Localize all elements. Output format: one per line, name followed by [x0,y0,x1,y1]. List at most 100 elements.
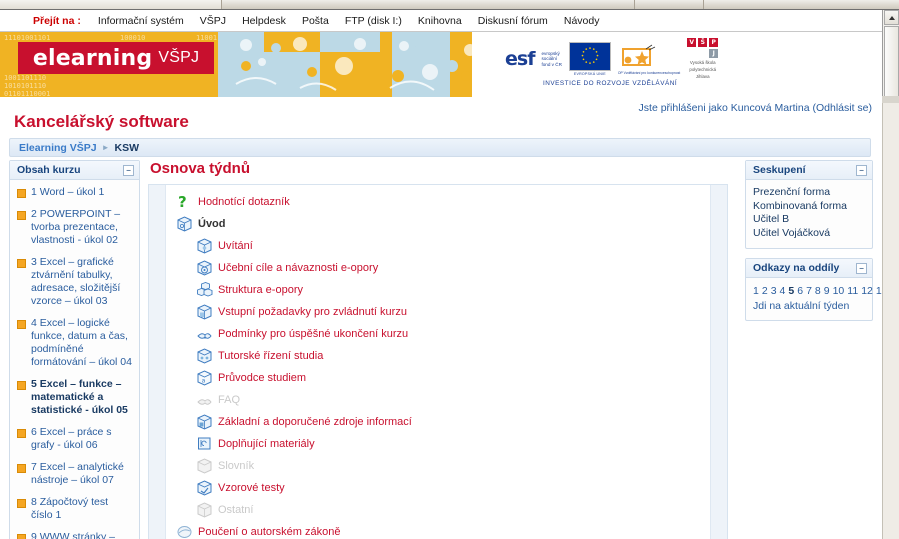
law-icon [176,523,193,539]
sidebar-item-week-2[interactable]: 2 POWERPOINT – tvorba prezentace, vlastn… [17,208,132,247]
activity-row-vzorove-testy[interactable]: Vzorové testy [196,479,702,496]
jump-to-current-week-link[interactable]: Jdi na aktuální týden [753,300,865,312]
block-section-links-body: 1234567891011121314 Jdi na aktuální týde… [746,278,882,320]
svg-text:1001101110: 1001101110 [4,74,46,82]
login-status-prefix: Jste přihlášeni jako Kuncová Martina ( [638,102,816,114]
breadcrumb-root-link[interactable]: Elearning VŠPJ [19,142,97,154]
topnav-link-knihovna[interactable]: Knihovna [418,15,462,27]
activity-row-podminky[interactable]: Podmínky pro úspěšné ukončení kurzu [196,325,702,342]
section-link-6[interactable]: 6 [797,285,803,297]
section-link-8[interactable]: 8 [815,285,821,297]
sidebar-item-week-4[interactable]: 4 Excel – logické funkce, datum a čas, p… [17,317,132,369]
sidebar-item-week-5[interactable]: 5 Excel – funkce – matematické a statist… [17,378,132,417]
activity-row-faq[interactable]: FAQ [196,391,702,408]
section-link-12[interactable]: 12 [861,285,873,297]
activity-row-tutorske-rizeni[interactable]: Tutorské řízení studia [196,347,702,364]
sidebar-item-label[interactable]: 4 Excel – logické funkce, datum a čas, p… [31,317,132,369]
activity-row-ucebni-cile[interactable]: Učební cíle a návaznosti e-opory [196,259,702,276]
activity-link[interactable]: Základní a doporučené zdroje informací [218,415,412,429]
activity-row-pouceni-zakon[interactable]: Poučení o autorském zákoně [176,523,702,539]
cube-icon [196,237,213,254]
cube-icon [196,501,213,518]
sidebar-item-week-9[interactable]: 9 WWW stránky – základní části, nadpisy,… [17,531,132,539]
eu-flag-group: EVROPSKÁ UNIE [568,41,611,76]
topnav-link-helpdesk[interactable]: Helpdesk [242,15,286,27]
activity-row-uvitani[interactable]: Uvítání [196,237,702,254]
topnav-link-vspj[interactable]: VŠPJ [200,15,226,27]
section-link-3[interactable]: 3 [771,285,777,297]
topnav-link-navody[interactable]: Návody [564,15,600,27]
section-link-1[interactable]: 1 [753,285,759,297]
target-cube-icon [196,259,213,276]
collapse-icon[interactable]: − [856,262,867,274]
vspj-line-2: polytechnická [689,67,717,73]
section-link-4[interactable]: 4 [780,285,786,297]
vspj-square-j-row: J [687,49,719,58]
logout-link[interactable]: Odhlásit se [816,102,869,114]
sidebar-item-week-8[interactable]: 8 Zápočtový test číslo 1 [17,496,132,522]
cube-icon [196,303,213,320]
activity-row-pruvodce-studiem[interactable]: a Průvodce studiem [196,369,702,386]
block-course-contents-header: Obsah kurzu − [10,161,139,180]
activity-row-uvod[interactable]: Úvod [176,215,702,232]
page-root: Přejít na : Informační systém VŠPJ Helpd… [0,10,882,539]
section-link-9[interactable]: 9 [824,285,830,297]
activity-link[interactable]: Vzorové testy [218,481,285,495]
activity-row-ostatni[interactable]: Ostatní [196,501,702,518]
topnav-link-posta[interactable]: Pošta [302,15,329,27]
sidebar-item-label[interactable]: 2 POWERPOINT – tvorba prezentace, vlastn… [31,208,132,247]
vertical-scrollbar[interactable] [882,10,899,102]
activity-row-vstupni-pozadavky[interactable]: Vstupní požadavky pro zvládnutí kurzu [196,303,702,320]
folder-cube-icon [176,215,193,232]
activity-row-struktura[interactable]: Struktura e-opory [196,281,702,298]
activity-row-doplnujici-materialy[interactable]: Doplňující materiály [196,435,702,452]
activity-link[interactable]: Podmínky pro úspěšné ukončení kurzu [218,327,408,341]
collapse-icon[interactable]: − [856,164,867,176]
sidebar-item-label[interactable]: 1 Word – úkol 1 [31,186,104,199]
section-link-7[interactable]: 7 [806,285,812,297]
section-link-2[interactable]: 2 [762,285,768,297]
sidebar-item-week-6[interactable]: 6 Excel – práce s grafy - úkol 06 [17,426,132,452]
scrollbar-thumb[interactable] [884,26,899,98]
sidebar-item-week-7[interactable]: 7 Excel – analytické nástroje – úkol 07 [17,461,132,487]
right-sidebar: Seskupení − Prezenční forma Kombinovaná … [745,160,882,330]
section-link-5-current[interactable]: 5 [788,285,794,297]
activity-link[interactable]: Průvodce studiem [218,371,306,385]
block-course-contents-title: Obsah kurzu [17,164,81,176]
topnav-link-ftp[interactable]: FTP (disk I:) [345,15,402,27]
activity-link[interactable]: Uvítání [218,239,253,253]
login-status: Jste přihlášeni jako Kuncová Martina (Od… [639,102,872,114]
activity-row-zakladni-zdroje[interactable]: Základní a doporučené zdroje informací [196,413,702,430]
vspj-line-1: Vysoká škola [689,60,716,65]
section-link-11[interactable]: 11 [847,285,858,297]
topnav-link-informacni-system[interactable]: Informační systém [98,15,184,27]
sidebar-item-week-3[interactable]: 3 Excel – grafické ztvárnění tabulky, ad… [17,256,132,308]
activity-link-disabled: Ostatní [218,503,254,516]
bullet-icon [17,211,26,220]
topnav-link-diskusni-forum[interactable]: Diskusní fórum [478,15,548,27]
activity-link[interactable]: Učební cíle a návaznosti e-opory [218,261,378,275]
site-logo[interactable]: elearning VŠPJ [18,42,214,74]
sidebar-item-label[interactable]: 6 Excel – práce s grafy - úkol 06 [31,426,132,452]
activity-link[interactable]: Doplňující materiály [218,437,315,451]
bullet-icon [17,259,26,268]
sidebar-item-label-current[interactable]: 5 Excel – funkce – matematické a statist… [31,378,132,417]
section-link-10[interactable]: 10 [833,285,845,297]
activity-link[interactable]: Hodnotící dotazník [198,195,290,209]
activity-link[interactable]: Úvod [198,217,226,231]
sidebar-item-label[interactable]: 9 WWW stránky – základní části, nadpisy,… [31,531,132,539]
sidebar-item-week-1[interactable]: 1 Word – úkol 1 [17,186,132,199]
activity-link[interactable]: Struktura e-opory [218,283,303,297]
activity-link[interactable]: Vstupní požadavky pro zvládnutí kurzu [218,305,407,319]
sidebar-item-label[interactable]: 3 Excel – grafické ztvárnění tabulky, ad… [31,256,132,308]
svg-text:11101001101: 11101001101 [4,34,50,42]
sidebar-item-label[interactable]: 8 Zápočtový test číslo 1 [31,496,132,522]
activity-row-slovnik[interactable]: Slovník [196,457,702,474]
activity-row-hodnotici-dotaznik[interactable]: ? Hodnotící dotazník [176,193,702,211]
scroll-up-button[interactable] [884,10,899,25]
collapse-icon[interactable]: − [123,164,134,176]
sidebar-item-label[interactable]: 7 Excel – analytické nástroje – úkol 07 [31,461,132,487]
svg-text:01101110001: 01101110001 [4,90,50,97]
activity-link[interactable]: Tutorské řízení studia [218,349,323,363]
activity-link[interactable]: Poučení o autorském zákoně [198,525,340,539]
